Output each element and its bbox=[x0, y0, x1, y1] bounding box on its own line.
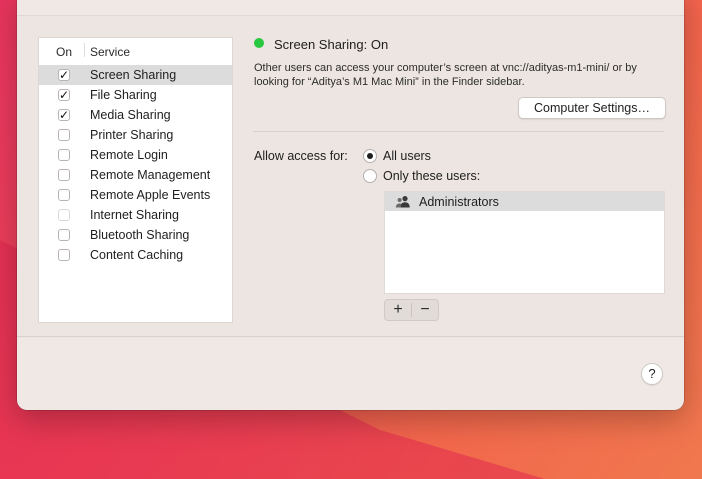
section-separator bbox=[253, 131, 664, 132]
service-row-media-sharing[interactable]: ✓ Media Sharing bbox=[39, 105, 232, 125]
service-list: On Service ✓ Screen Sharing ✓ File Shari… bbox=[38, 37, 233, 323]
service-label: Remote Login bbox=[90, 148, 168, 162]
user-group-icon bbox=[395, 196, 410, 208]
allow-access-label: Allow access for: bbox=[254, 149, 348, 163]
column-header-on[interactable]: On bbox=[56, 45, 72, 59]
service-label: Remote Management bbox=[90, 168, 211, 182]
service-row-screen-sharing[interactable]: ✓ Screen Sharing bbox=[39, 65, 232, 85]
service-label: Media Sharing bbox=[90, 108, 171, 122]
service-checkbox[interactable] bbox=[58, 129, 70, 141]
column-divider bbox=[84, 43, 85, 57]
service-row-remote-management[interactable]: Remote Management bbox=[39, 165, 232, 185]
service-checkbox[interactable]: ✓ bbox=[58, 89, 70, 101]
service-label: Screen Sharing bbox=[90, 68, 177, 82]
service-checkbox[interactable] bbox=[58, 229, 70, 241]
user-label: Administrators bbox=[419, 195, 499, 209]
service-checkbox[interactable] bbox=[58, 169, 70, 181]
service-label: Bluetooth Sharing bbox=[90, 228, 190, 242]
service-row-remote-apple-events[interactable]: Remote Apple Events bbox=[39, 185, 232, 205]
help-button[interactable]: ? bbox=[641, 363, 663, 385]
service-checkbox[interactable] bbox=[58, 189, 70, 201]
list-item[interactable]: Administrators bbox=[385, 192, 664, 211]
footer-divider bbox=[17, 336, 684, 337]
service-row-internet-sharing[interactable]: Internet Sharing bbox=[39, 205, 232, 225]
status-text: Screen Sharing: On bbox=[274, 37, 389, 52]
service-label: File Sharing bbox=[90, 88, 157, 102]
service-checkbox[interactable]: ✓ bbox=[58, 69, 70, 81]
service-checkbox bbox=[58, 209, 70, 221]
only-these-users-label[interactable]: Only these users: bbox=[383, 169, 480, 183]
users-list[interactable]: Administrators bbox=[384, 191, 665, 294]
sharing-preferences-window: On Service ✓ Screen Sharing ✓ File Shari… bbox=[17, 0, 684, 410]
service-row-file-sharing[interactable]: ✓ File Sharing bbox=[39, 85, 232, 105]
service-row-bluetooth-sharing[interactable]: Bluetooth Sharing bbox=[39, 225, 232, 245]
computer-settings-button[interactable]: Computer Settings… bbox=[518, 97, 666, 119]
service-row-remote-login[interactable]: Remote Login bbox=[39, 145, 232, 165]
remove-user-button[interactable]: − bbox=[412, 300, 438, 320]
service-label: Content Caching bbox=[90, 248, 184, 262]
service-description: Other users can access your computer’s s… bbox=[254, 62, 637, 88]
service-checkbox[interactable]: ✓ bbox=[58, 109, 70, 121]
add-remove-control: + − bbox=[384, 299, 439, 321]
service-list-header: On Service bbox=[39, 38, 232, 60]
add-user-button[interactable]: + bbox=[385, 300, 411, 320]
service-label: Printer Sharing bbox=[90, 128, 174, 142]
all-users-radio[interactable] bbox=[363, 149, 377, 163]
status-indicator-dot bbox=[254, 38, 264, 48]
only-these-users-radio[interactable] bbox=[363, 169, 377, 183]
service-label: Internet Sharing bbox=[90, 208, 179, 222]
window-top-area bbox=[17, 0, 684, 15]
column-header-service[interactable]: Service bbox=[90, 45, 130, 59]
service-checkbox[interactable] bbox=[58, 249, 70, 261]
all-users-label[interactable]: All users bbox=[383, 149, 431, 163]
service-row-content-caching[interactable]: Content Caching bbox=[39, 245, 232, 265]
service-checkbox[interactable] bbox=[58, 149, 70, 161]
service-label: Remote Apple Events bbox=[90, 188, 211, 202]
service-row-printer-sharing[interactable]: Printer Sharing bbox=[39, 125, 232, 145]
